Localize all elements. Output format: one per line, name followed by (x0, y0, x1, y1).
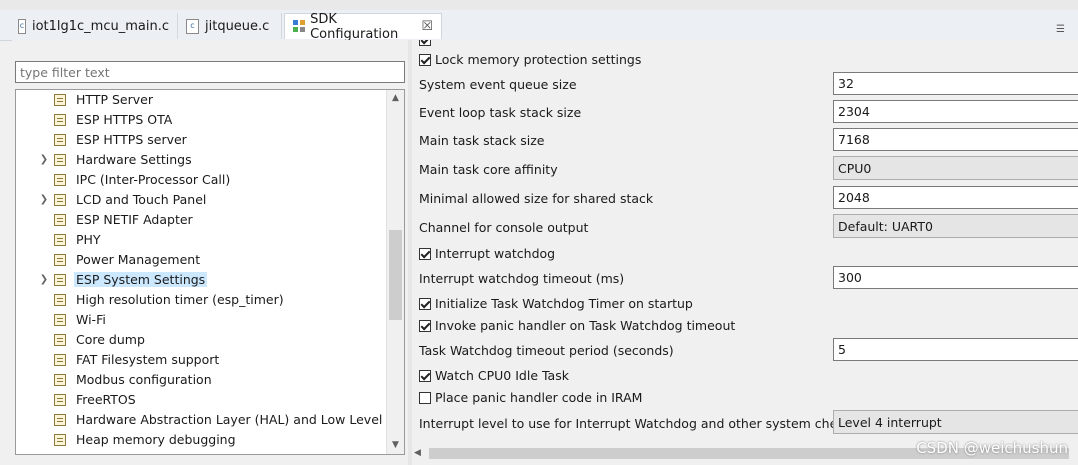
partial-hidden-option (419, 40, 435, 46)
close-tab-icon[interactable]: ☒ (421, 19, 433, 34)
tree-item-hal-ll[interactable]: Hardware Abstraction Layer (HAL) and Low… (16, 410, 404, 430)
tree-item-heap-debugging[interactable]: Heap memory debugging (16, 430, 388, 450)
tree-item-esp-https-server[interactable]: ESP HTTPS server (16, 130, 388, 150)
int-level-label: Interrupt level to use for Interrupt Wat… (419, 416, 858, 431)
tab-jitqueue[interactable]: c jitqueue.c (178, 13, 282, 39)
category-icon (54, 394, 66, 406)
interrupt-watchdog-label: Interrupt watchdog (435, 246, 556, 261)
settings-pane: Lock memory protection settings System e… (412, 40, 1078, 465)
scroll-left-icon[interactable]: ◀ (414, 448, 421, 458)
category-icon (54, 294, 66, 306)
lock-memory-label: Lock memory protection settings (435, 52, 642, 67)
tree-item-ipc[interactable]: IPC (Inter-Processor Call) (16, 170, 388, 190)
category-icon (54, 94, 66, 106)
task-wdt-timeout-input[interactable]: 5 (833, 338, 1078, 361)
category-icon (54, 314, 66, 326)
event-loop-stack-input[interactable]: 2304 (833, 100, 1078, 123)
category-icon (54, 274, 66, 286)
category-icon (54, 334, 66, 346)
watch-idle-option[interactable]: Watch CPU0 Idle Task (419, 368, 569, 383)
watermark: CSDN @weichushun (916, 439, 1068, 457)
tab-sdk-configuration[interactable]: SDK Configuration ☒ (284, 11, 442, 42)
tab-label: iot1lg1c_mcu_main.c (31, 18, 169, 34)
category-icon (54, 134, 66, 146)
category-icon (54, 154, 66, 166)
category-icon (54, 434, 66, 446)
tree-item-modbus[interactable]: Modbus configuration (16, 370, 388, 390)
category-icon (54, 214, 66, 226)
tab-label: SDK Configuration (310, 11, 399, 42)
category-icon (54, 374, 66, 386)
tree-item-phy[interactable]: PHY (16, 230, 388, 250)
category-icon (54, 354, 66, 366)
tree-item-esp-system-settings[interactable]: ❯ ESP System Settings (16, 270, 388, 290)
expand-arrow-icon[interactable]: ❯ (39, 274, 49, 285)
tree-vertical-scrollbar[interactable]: ▲ ▼ (386, 90, 404, 454)
tree-item-lcd-touch-panel[interactable]: ❯ LCD and Touch Panel (16, 190, 388, 210)
panic-iram-option[interactable]: Place panic handler code in IRAM (419, 390, 642, 405)
category-tree: HTTP Server ESP HTTPS OTA ESP HTTPS serv… (15, 89, 405, 455)
tree-item-core-dump[interactable]: Core dump (16, 330, 388, 350)
watch-idle-label: Watch CPU0 Idle Task (435, 368, 569, 383)
event-queue-input[interactable]: 32 (833, 72, 1078, 95)
scrollbar-thumb[interactable] (389, 230, 402, 320)
shared-stack-input[interactable]: 2048 (833, 186, 1078, 209)
event-loop-stack-label: Event loop task stack size (419, 105, 582, 120)
tree-item-esp-https-ota[interactable]: ESP HTTPS OTA (16, 110, 388, 130)
category-icon (54, 414, 66, 426)
panic-iram-checkbox[interactable] (419, 391, 431, 404)
event-queue-label: System event queue size (419, 77, 577, 92)
tree-item-fat-filesystem[interactable]: FAT Filesystem support (16, 350, 388, 370)
c-file-icon: c (18, 18, 26, 34)
tree-item-esp-netif-adapter[interactable]: ESP NETIF Adapter (16, 210, 388, 230)
category-icon (54, 174, 66, 186)
shared-stack-label: Minimal allowed size for shared stack (419, 191, 654, 206)
tab-label: jitqueue.c (205, 18, 270, 34)
main-affinity-label: Main task core affinity (419, 162, 558, 177)
console-channel-label: Channel for console output (419, 220, 589, 235)
scroll-down-icon[interactable]: ▼ (387, 437, 404, 454)
panic-iram-label: Place panic handler code in IRAM (435, 390, 643, 405)
editor-tab-bar: c iot1lg1c_mcu_main.c c jitqueue.c SDK C… (0, 10, 1078, 42)
tree-item-esp-timer[interactable]: High resolution timer (esp_timer) (16, 290, 388, 310)
lock-memory-option[interactable]: Lock memory protection settings (419, 52, 641, 67)
checkbox[interactable] (419, 40, 431, 46)
console-channel-select[interactable]: Default: UART0 (833, 214, 1078, 238)
tree-item-power-management[interactable]: Power Management (16, 250, 388, 270)
c-file-icon: c (186, 18, 199, 34)
tree-item-wifi[interactable]: Wi-Fi (16, 310, 388, 330)
category-icon (54, 234, 66, 246)
view-menu-icon[interactable]: ☰ (1056, 24, 1065, 35)
expand-arrow-icon[interactable]: ❯ (39, 154, 49, 165)
interrupt-watchdog-option[interactable]: Interrupt watchdog (419, 246, 555, 261)
main-affinity-select[interactable]: CPU0 (833, 156, 1078, 180)
tree-item-http-server[interactable]: HTTP Server (16, 90, 388, 110)
tree-item-hardware-settings[interactable]: ❯ Hardware Settings (16, 150, 388, 170)
int-level-select[interactable]: Level 4 interrupt (833, 410, 1078, 434)
category-pane: HTTP Server ESP HTTPS OTA ESP HTTPS serv… (12, 40, 408, 460)
lock-memory-checkbox[interactable] (419, 53, 431, 66)
task-wdt-init-checkbox[interactable] (419, 297, 431, 310)
task-wdt-panic-checkbox[interactable] (419, 319, 431, 332)
task-wdt-timeout-label: Task Watchdog timeout period (seconds) (419, 343, 674, 358)
main-stack-label: Main task stack size (419, 133, 545, 148)
expand-arrow-icon[interactable]: ❯ (39, 194, 49, 205)
tree-item-freertos[interactable]: FreeRTOS (16, 390, 388, 410)
watch-idle-checkbox[interactable] (419, 369, 431, 382)
filter-input[interactable] (15, 61, 405, 83)
task-wdt-init-label: Initialize Task Watchdog Timer on startu… (435, 296, 693, 311)
tab-iot1lg1c-mcu-main[interactable]: c iot1lg1c_mcu_main.c (10, 13, 178, 39)
int-wdt-timeout-label: Interrupt watchdog timeout (ms) (419, 271, 625, 286)
task-wdt-panic-label: Invoke panic handler on Task Watchdog ti… (435, 318, 736, 333)
category-icon (54, 254, 66, 266)
scroll-up-icon[interactable]: ▲ (387, 90, 404, 107)
category-icon (54, 194, 66, 206)
category-icon (54, 114, 66, 126)
int-wdt-timeout-input[interactable]: 300 (833, 266, 1078, 289)
interrupt-watchdog-checkbox[interactable] (419, 247, 431, 260)
task-wdt-init-option[interactable]: Initialize Task Watchdog Timer on startu… (419, 296, 693, 311)
sdk-config-icon (293, 20, 305, 33)
main-stack-input[interactable]: 7168 (833, 128, 1078, 151)
task-wdt-panic-option[interactable]: Invoke panic handler on Task Watchdog ti… (419, 318, 735, 333)
